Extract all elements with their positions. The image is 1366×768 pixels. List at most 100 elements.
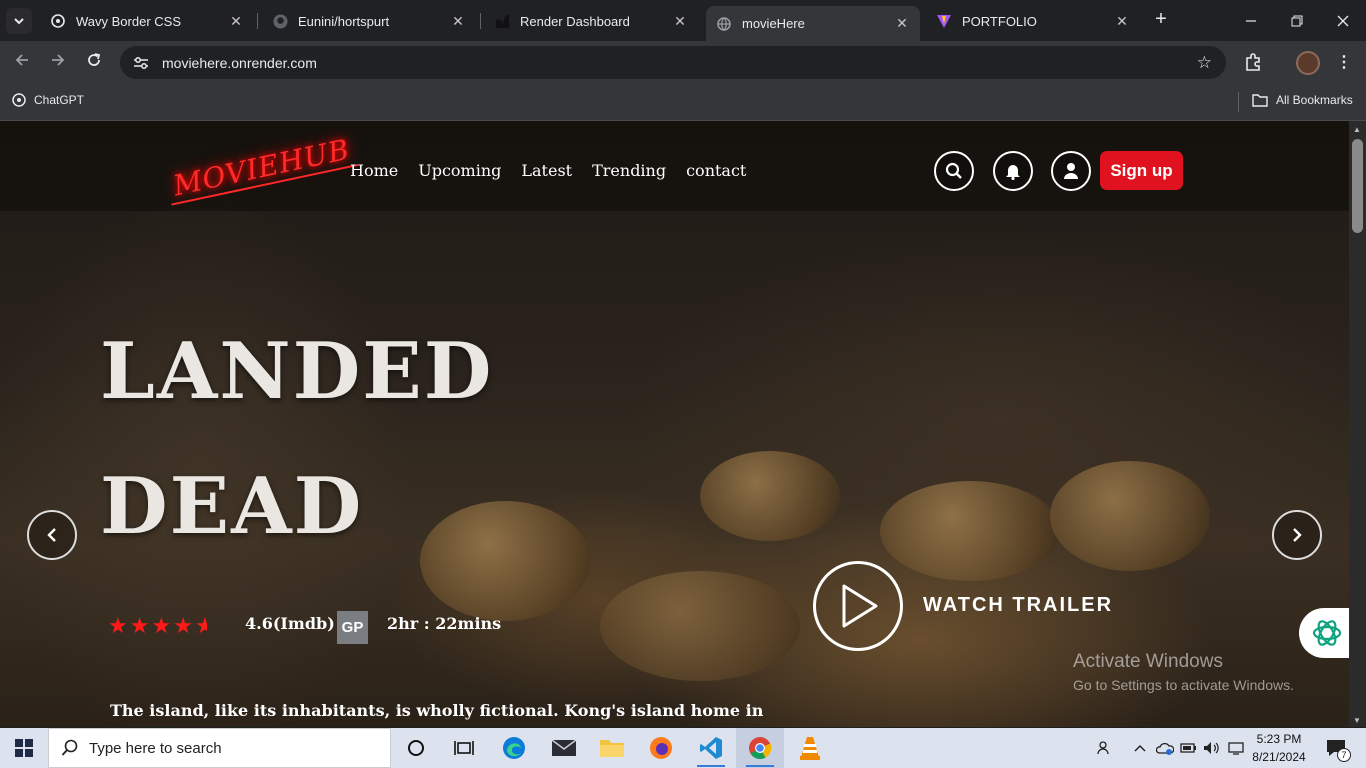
reload-button[interactable] [82,52,106,74]
close-window-button[interactable] [1320,0,1366,41]
search-icon [945,162,962,179]
background-decor [700,451,840,541]
chrome-app[interactable] [736,728,784,768]
mail-app[interactable] [540,728,588,768]
play-trailer-button[interactable] [813,561,903,651]
background-decor [600,571,800,681]
notification-count: 7 [1337,748,1351,762]
tab-wavy-border[interactable]: Wavy Border CSS ✕ [40,6,254,36]
chevron-down-icon [14,17,24,24]
nav-home[interactable]: Home [350,161,398,180]
restore-button[interactable] [1274,0,1320,41]
restore-icon [1291,15,1303,26]
bookmarks-bar: ChatGPT All Bookmarks [0,85,1366,121]
scroll-down-icon[interactable]: ▼ [1353,716,1361,725]
edge-app[interactable] [490,728,538,768]
all-bookmarks[interactable]: All Bookmarks [1252,93,1353,107]
close-icon [1337,15,1349,26]
bookmark-chatgpt[interactable]: ChatGPT [12,93,84,107]
clock-date: 8/21/2024 [1252,750,1306,764]
imdb-rating: 4.6(Imdb) [245,614,335,633]
close-icon[interactable]: ✕ [672,13,688,30]
notifications-button[interactable] [993,151,1033,191]
close-icon[interactable]: ✕ [1114,13,1130,30]
notification-center-button[interactable]: 7 [1318,728,1354,768]
cortana-button[interactable] [392,728,440,768]
minimize-icon [1246,19,1256,22]
user-icon [1064,163,1078,179]
people-icon[interactable] [1094,728,1116,768]
page-scrollbar[interactable]: ▲ ▼ [1349,121,1366,727]
tab-render[interactable]: Render Dashboard ✕ [484,6,698,36]
background-decor [880,481,1060,581]
tab-title: Render Dashboard [520,13,630,29]
github-icon [272,13,288,29]
new-tab-button[interactable]: + [1150,8,1172,30]
chevron-up-icon[interactable] [1130,728,1150,768]
nav-trending[interactable]: Trending [592,161,666,180]
more-menu-icon[interactable]: ⋮ [1336,52,1352,72]
vscode-app[interactable] [687,728,735,768]
tab-search-button[interactable] [6,7,32,34]
chrome-icon [749,737,772,759]
profile-avatar[interactable] [1296,51,1320,75]
site-logo[interactable]: MOVIEHUB [164,131,359,206]
cortana-icon [408,740,424,756]
firefox-app[interactable] [637,728,685,768]
url-text: moviehere.onrender.com [162,54,317,71]
windows-activation-watermark: Activate Windows Go to Settings to activ… [1073,651,1294,693]
star-icon: ★ [151,613,172,638]
extensions-icon[interactable] [1243,52,1263,77]
globe-icon [716,16,732,32]
tab-github[interactable]: Eunini/hortspurt ✕ [262,6,476,36]
account-button[interactable] [1051,151,1091,191]
watermark-line1: Activate Windows [1073,651,1223,672]
half-star-icon: ★ [194,613,207,638]
nav-contact[interactable]: contact [686,161,746,180]
bookmark-label: All Bookmarks [1276,93,1353,107]
vlc-app[interactable] [786,728,834,768]
network-icon[interactable] [1225,728,1247,768]
bookmark-star-icon[interactable]: ☆ [1197,53,1212,73]
render-icon [494,13,510,29]
tab-portfolio[interactable]: PORTFOLIO ✕ [926,6,1140,36]
start-button[interactable] [0,728,48,768]
battery-icon[interactable] [1178,728,1200,768]
site-header: MOVIEHUB Home Upcoming Latest Trending c… [0,121,1349,211]
prev-slide-button[interactable] [27,510,77,560]
chatgpt-icon [12,93,26,107]
chatgpt-extension-button[interactable] [1299,608,1349,658]
bookmark-divider [1238,92,1239,112]
site-settings-icon[interactable] [132,55,150,71]
address-bar[interactable]: moviehere.onrender.com ☆ [120,46,1226,79]
close-icon[interactable]: ✕ [228,13,244,30]
close-icon[interactable]: ✕ [894,15,910,32]
vlc-icon [800,737,820,760]
forward-button[interactable] [46,52,70,74]
task-view-button[interactable] [440,728,488,768]
minimize-button[interactable] [1228,0,1274,41]
next-slide-button[interactable] [1272,510,1322,560]
close-icon[interactable]: ✕ [450,13,466,30]
task-view-icon [454,741,474,755]
search-icon [61,739,78,756]
tab-title: Eunini/hortspurt [298,13,390,29]
back-button[interactable] [10,52,34,74]
scroll-up-icon[interactable]: ▲ [1353,125,1361,134]
chevron-right-icon [1293,528,1302,542]
taskbar-clock[interactable]: 5:23 PM 8/21/2024 [1247,730,1311,766]
firefox-icon [650,737,672,759]
onedrive-icon[interactable] [1154,728,1176,768]
search-button[interactable] [934,151,974,191]
volume-icon[interactable] [1201,728,1223,768]
nav-latest[interactable]: Latest [521,161,572,180]
star-icon: ★ [108,613,128,638]
file-explorer-app[interactable] [588,728,636,768]
taskbar-search[interactable]: Type here to search [48,728,391,768]
scrollbar-thumb[interactable] [1352,139,1363,233]
tab-moviehere[interactable]: movieHere ✕ [706,6,920,41]
nav-upcoming[interactable]: Upcoming [418,161,501,180]
watch-trailer-label[interactable]: WATCH TRAILER [923,594,1113,617]
bell-icon [1006,165,1020,180]
signup-button[interactable]: Sign up [1100,151,1183,190]
